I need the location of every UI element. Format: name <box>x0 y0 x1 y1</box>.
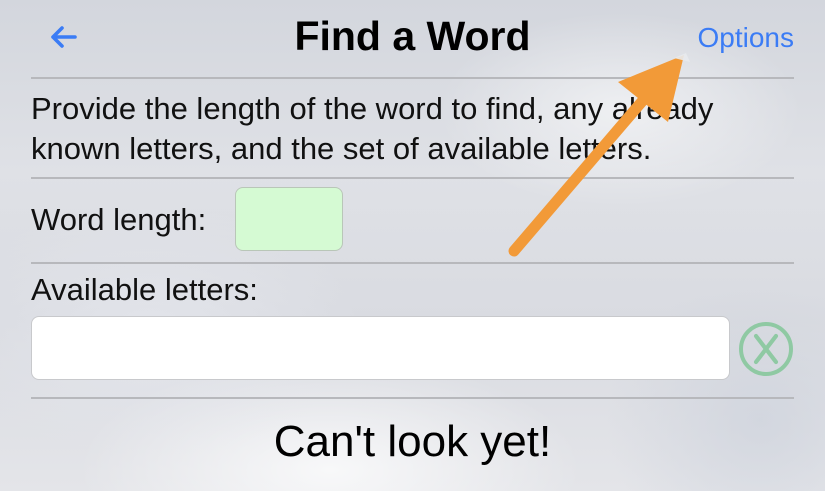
clear-letters-button[interactable] <box>738 321 794 377</box>
circle-x-icon <box>739 322 793 376</box>
divider <box>31 177 794 179</box>
divider <box>31 262 794 264</box>
word-length-label: Word length: <box>31 202 207 237</box>
available-letters-input[interactable] <box>31 316 730 380</box>
options-button[interactable]: Options <box>698 20 795 56</box>
divider <box>31 77 794 79</box>
word-length-input[interactable] <box>235 187 343 251</box>
divider <box>31 397 794 399</box>
available-letters-label: Available letters: <box>31 272 258 307</box>
status-message: Can't look yet! <box>273 417 552 466</box>
instructions-text: Provide the length of the word to find, … <box>31 91 714 166</box>
